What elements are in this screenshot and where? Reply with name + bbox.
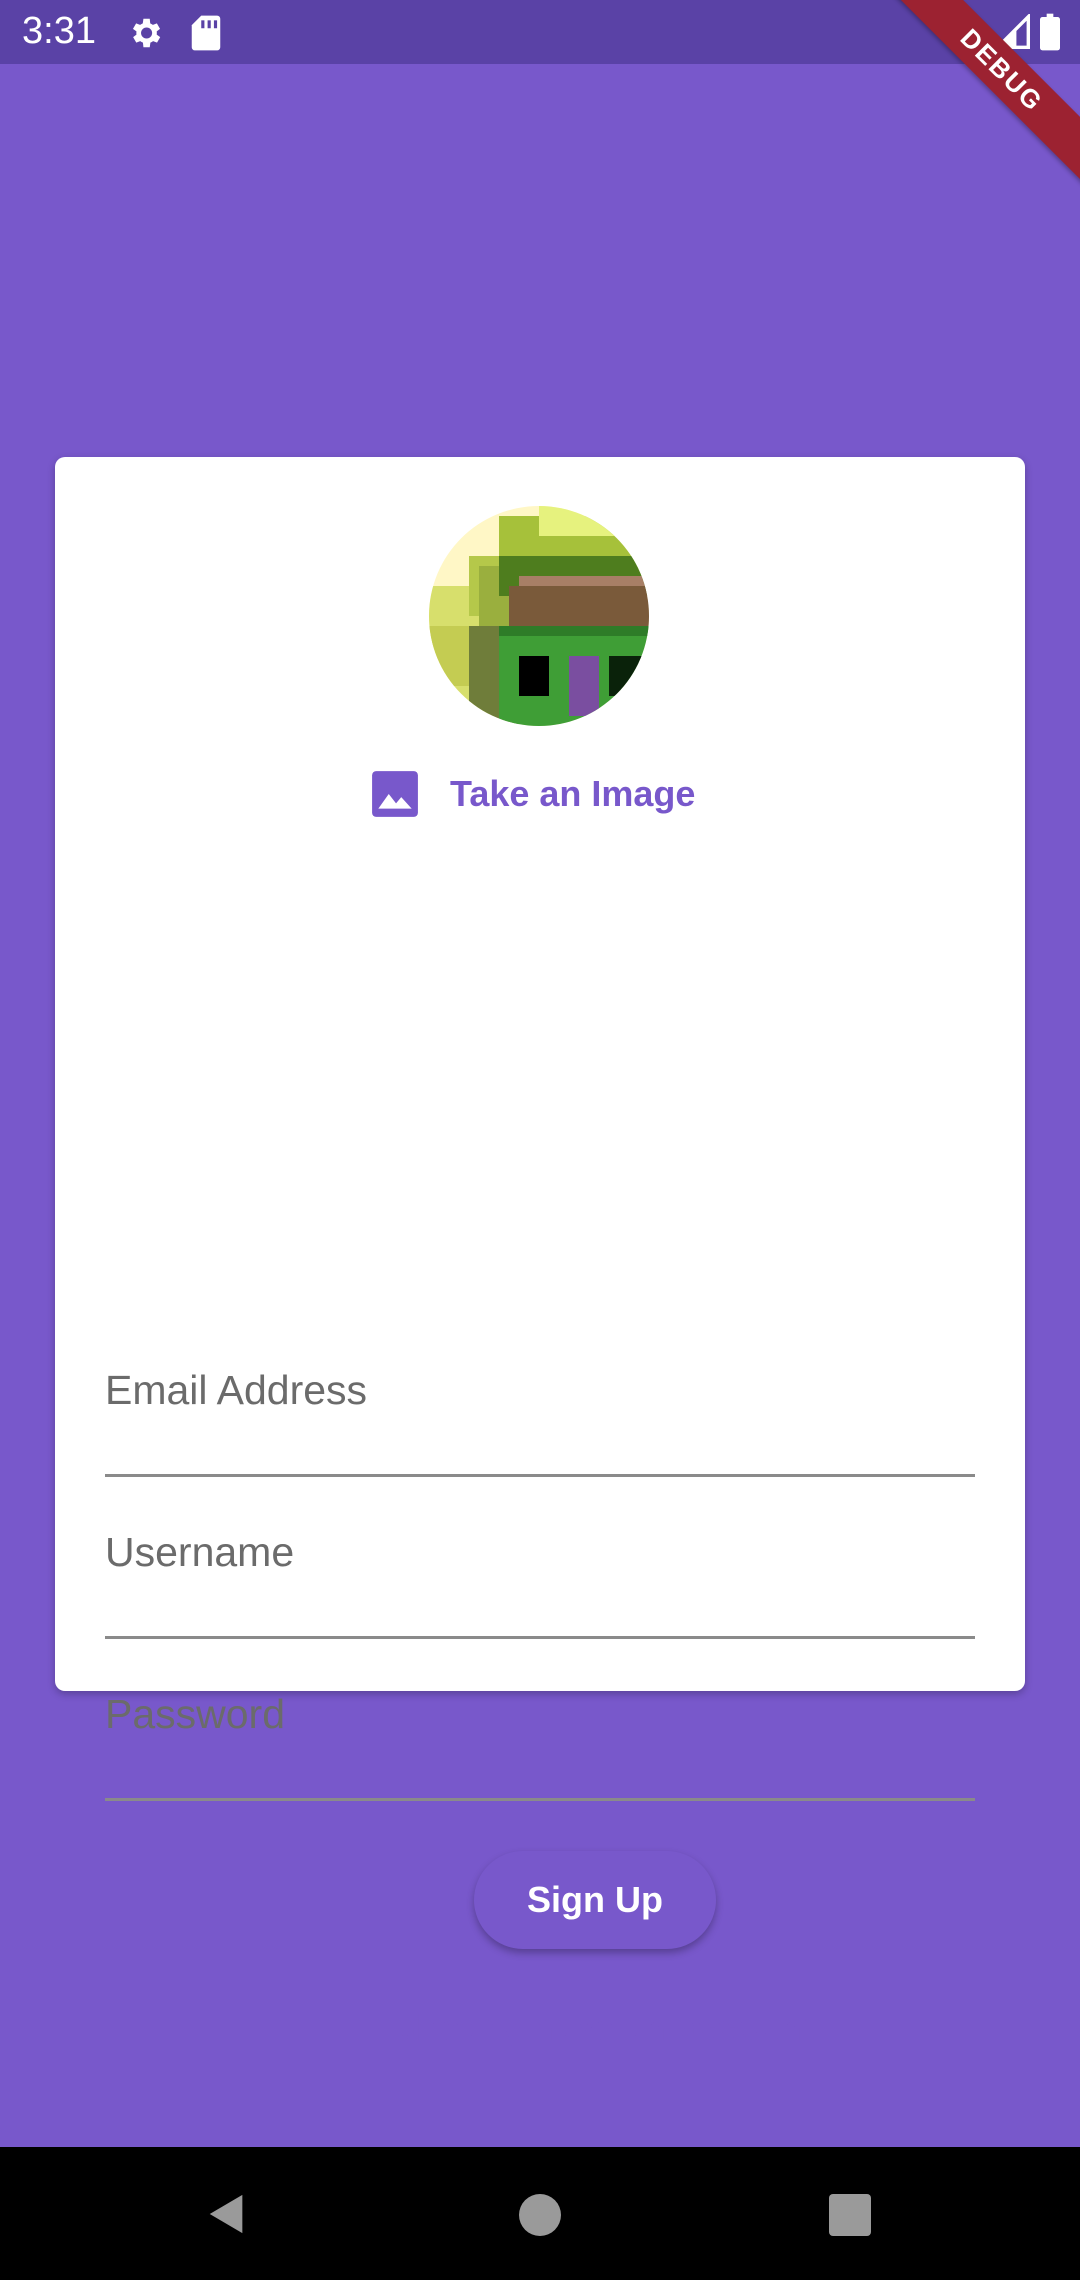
recent-apps-icon[interactable] bbox=[829, 2194, 871, 2236]
password-field bbox=[105, 1671, 975, 1801]
username-input[interactable] bbox=[105, 1509, 975, 1636]
image-icon bbox=[372, 771, 418, 817]
navigation-bar bbox=[0, 2147, 1080, 2280]
sd-card-icon bbox=[191, 15, 221, 51]
login-link[interactable]: I already have an account bbox=[355, 2007, 835, 2049]
avatar[interactable] bbox=[429, 506, 649, 726]
battery-icon bbox=[1040, 13, 1060, 51]
signup-button[interactable]: Sign Up bbox=[474, 1851, 716, 1949]
signup-card: Take an Image Sign Up I already have an … bbox=[55, 457, 1025, 2048]
gear-icon bbox=[132, 18, 161, 48]
password-input[interactable] bbox=[105, 1671, 975, 1798]
email-input[interactable] bbox=[105, 1347, 975, 1474]
back-icon[interactable] bbox=[204, 2191, 250, 2237]
status-time: 3:31 bbox=[22, 10, 96, 52]
take-image-label: Take an Image bbox=[450, 773, 696, 814]
email-field bbox=[105, 1347, 975, 1477]
username-field bbox=[105, 1509, 975, 1639]
home-icon[interactable] bbox=[519, 2194, 561, 2236]
avatar-image bbox=[429, 506, 649, 726]
take-image-button[interactable]: Take an Image bbox=[370, 762, 750, 826]
